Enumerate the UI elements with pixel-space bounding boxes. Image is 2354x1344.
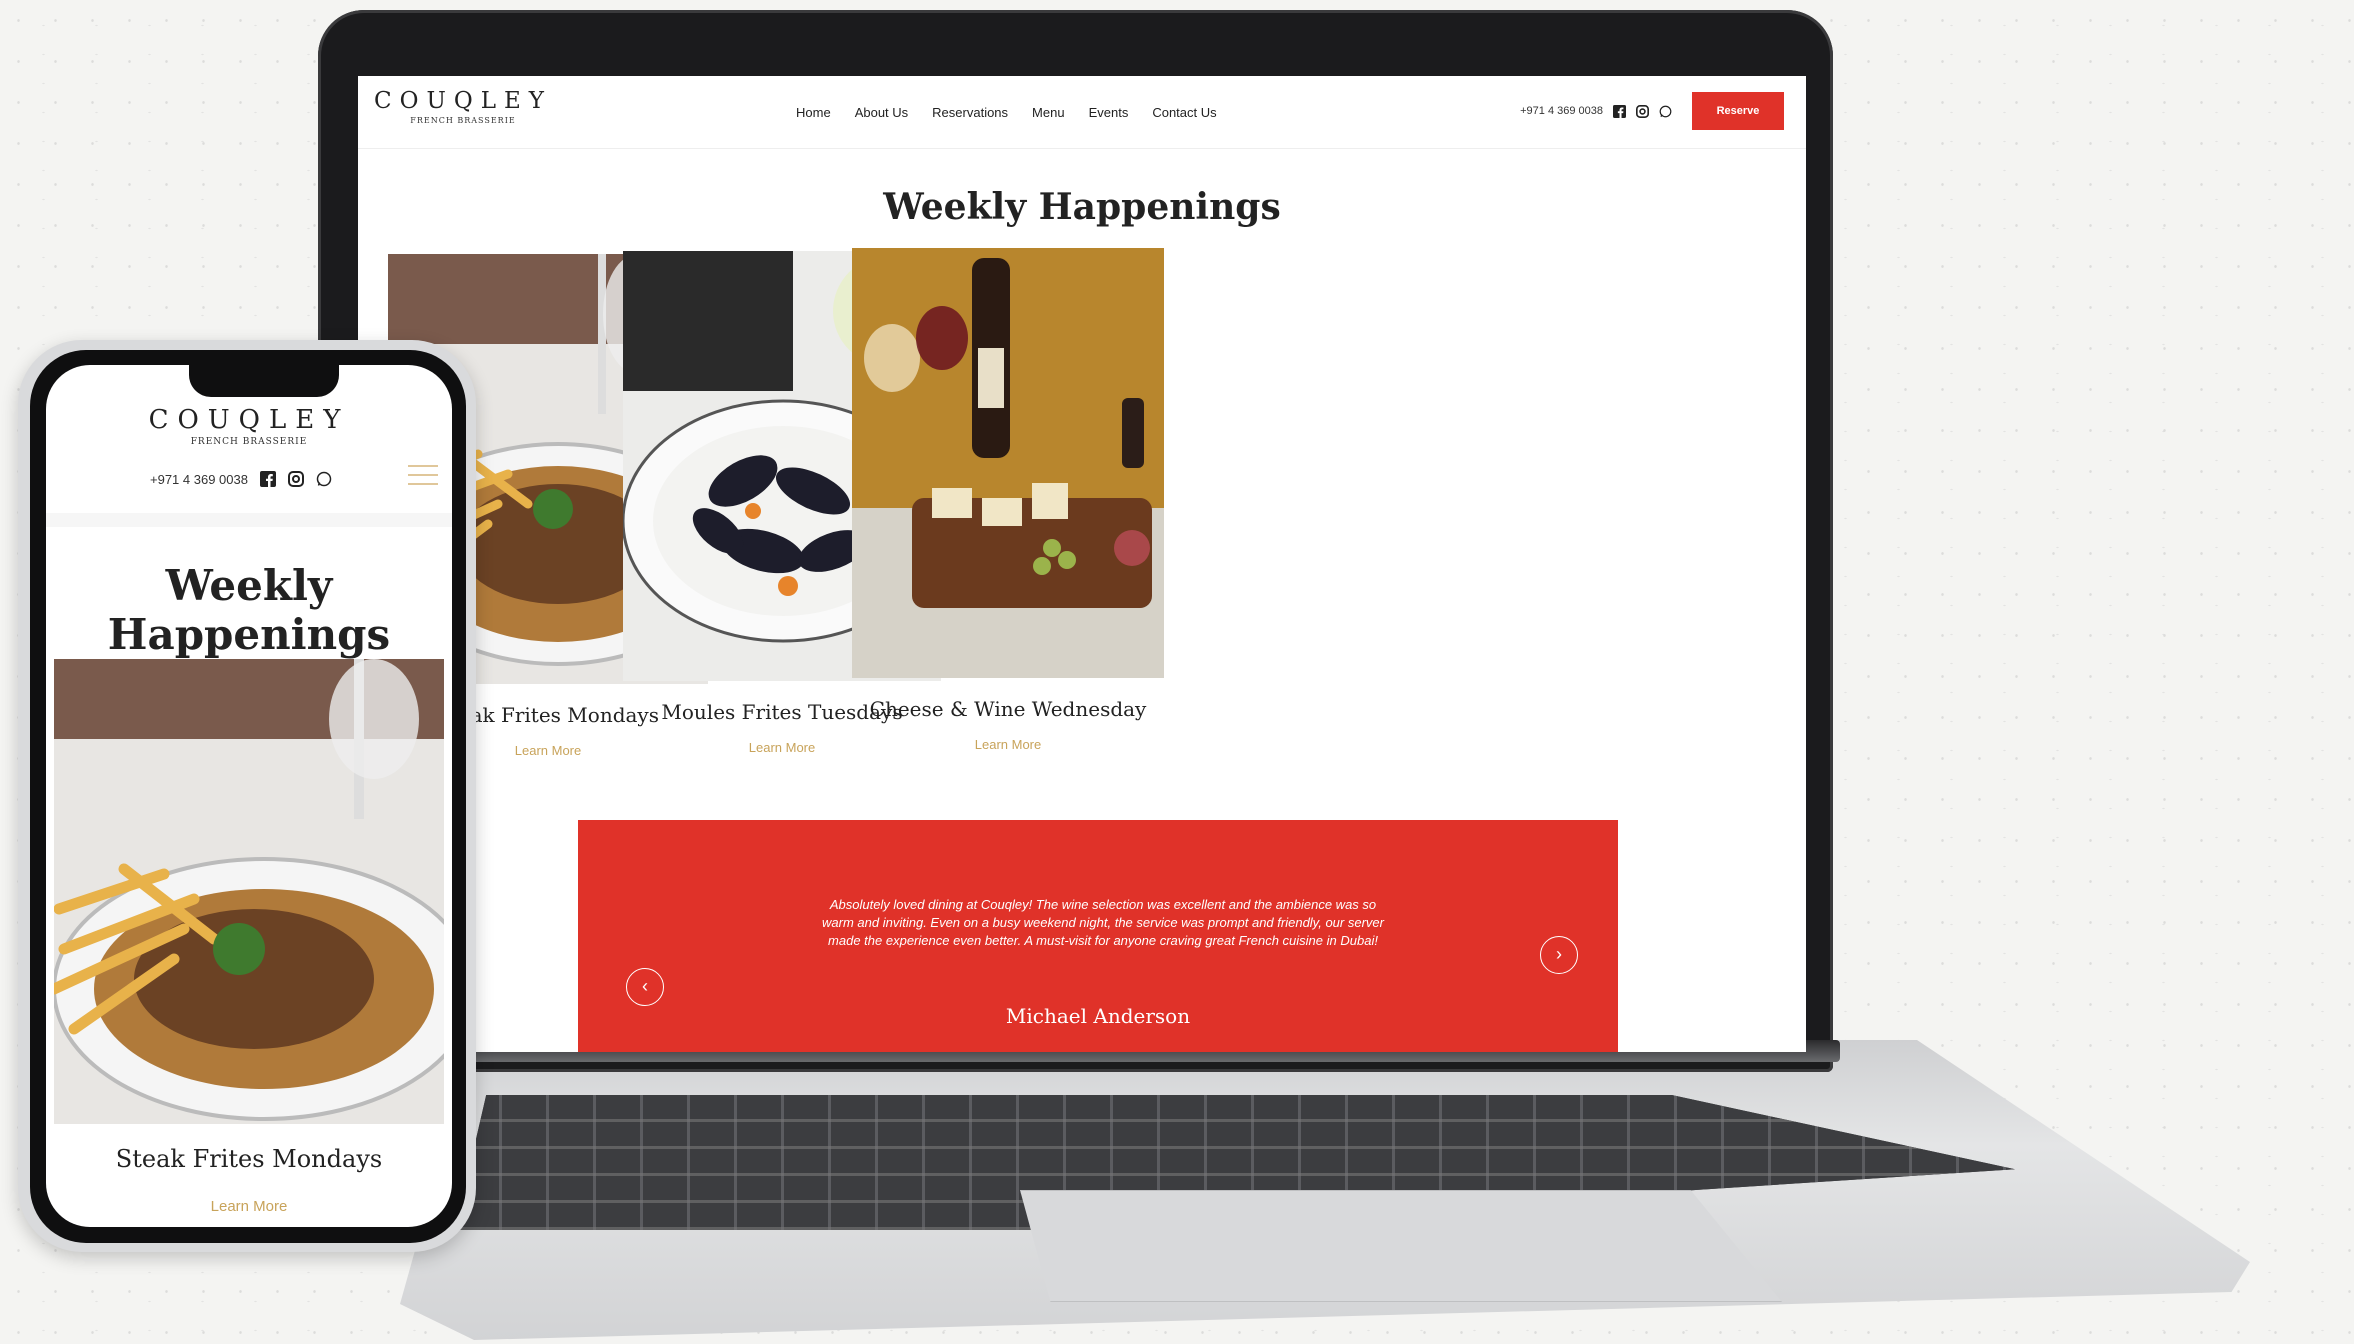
learn-more-link[interactable]: Learn More <box>975 737 1041 752</box>
nav-reservations[interactable]: Reservations <box>932 105 1008 120</box>
chevron-left-icon[interactable]: ‹ <box>626 968 664 1006</box>
event-card-cheese-wine[interactable]: Cheese & Wine Wednesday Learn More <box>852 248 1164 754</box>
header-phone[interactable]: +971 4 369 0038 <box>1520 105 1603 117</box>
header-contact: +971 4 369 0038 Reserve <box>1520 92 1784 130</box>
section-title: Weekly Happenings <box>883 186 1281 228</box>
mobile-steak-frites-photo[interactable] <box>54 659 444 1124</box>
mobile-learn-more-link[interactable]: Learn More <box>46 1198 452 1215</box>
main-nav: Home About Us Reservations Menu Events C… <box>796 105 1217 120</box>
mobile-section-title: Weekly Happenings <box>107 561 391 659</box>
mobile-logo-wordmark: COUQLEY <box>148 405 350 435</box>
logo-wordmark: COUQLEY <box>374 88 552 114</box>
mobile-header-divider <box>46 513 452 527</box>
mobile-site-logo[interactable]: COUQLEY FRENCH BRASSERIE <box>46 405 452 447</box>
nav-contact[interactable]: Contact Us <box>1152 105 1216 120</box>
cheese-wine-photo <box>852 248 1164 678</box>
laptop-trackpad <box>1020 1190 1782 1302</box>
learn-more-link[interactable]: Learn More <box>515 743 581 758</box>
logo-subtitle: FRENCH BRASSERIE <box>410 116 516 125</box>
facebook-icon[interactable] <box>259 471 276 487</box>
instagram-icon[interactable] <box>287 471 304 487</box>
mobile-contact-bar: +971 4 369 0038 <box>150 471 332 487</box>
mobile-phone-number[interactable]: +971 4 369 0038 <box>150 472 248 487</box>
menu-icon[interactable] <box>408 465 438 487</box>
site-logo[interactable]: COUQLEY FRENCH BRASSERIE <box>368 88 558 125</box>
laptop-screen: COUQLEY FRENCH BRASSERIE Home About Us R… <box>358 76 1806 1052</box>
reserve-button[interactable]: Reserve <box>1692 92 1784 130</box>
whatsapp-icon[interactable] <box>316 471 332 487</box>
event-card-title: Cheese & Wine Wednesday <box>869 697 1147 721</box>
facebook-icon[interactable] <box>1613 104 1626 118</box>
nav-menu[interactable]: Menu <box>1032 105 1065 120</box>
nav-home[interactable]: Home <box>796 105 831 120</box>
mobile-event-title: Steak Frites Mondays <box>115 1145 383 1173</box>
learn-more-link[interactable]: Learn More <box>749 740 815 755</box>
nav-events[interactable]: Events <box>1089 105 1129 120</box>
testimonial-quote: Absolutely loved dining at Couqley! The … <box>822 897 1384 948</box>
phone-screen: COUQLEY FRENCH BRASSERIE +971 4 369 0038… <box>46 365 452 1227</box>
instagram-icon[interactable] <box>1636 104 1649 118</box>
whatsapp-icon[interactable] <box>1659 105 1672 118</box>
mobile-logo-subtitle: FRENCH BRASSERIE <box>190 437 308 447</box>
nav-about[interactable]: About Us <box>855 105 908 120</box>
chevron-right-icon[interactable]: › <box>1540 936 1578 974</box>
testimonial-section: ‹ Absolutely loved dining at Couqley! Th… <box>578 820 1618 1052</box>
site-header: COUQLEY FRENCH BRASSERIE Home About Us R… <box>358 76 1806 149</box>
phone-notch <box>189 365 339 397</box>
testimonial-author: Michael Anderson <box>1005 1004 1191 1028</box>
